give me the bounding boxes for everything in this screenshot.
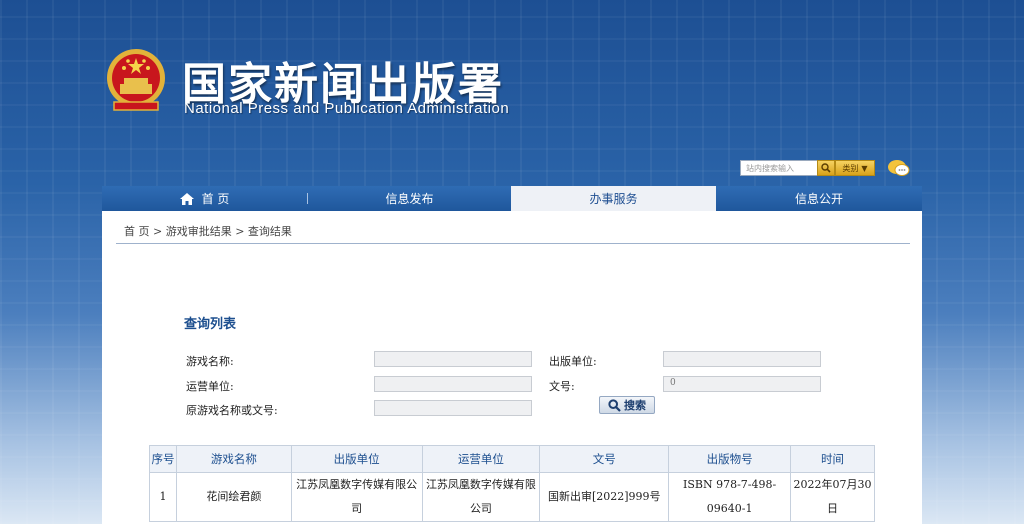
nav-item-label: 信息发布 <box>385 192 434 206</box>
search-button-label: 搜索 <box>624 399 646 412</box>
nav-item-services[interactable]: 办事服务 <box>511 186 716 211</box>
nav-item-info-disclosure[interactable]: 信息公开 <box>716 186 922 211</box>
orig-name-label: 原游戏名称或文号: <box>186 404 278 417</box>
cell-name[interactable]: 花间绘君颜 <box>175 472 292 522</box>
cell-operator: 江苏凤凰数字传媒有限公司 <box>421 472 541 522</box>
main-nav: 首 页 信息发布 办事服务 信息公开 <box>102 186 922 211</box>
col-header-operator: 运营单位 <box>421 445 541 473</box>
operator-input[interactable] <box>374 376 532 392</box>
site-title-en: National Press and Publication Administr… <box>184 100 510 117</box>
col-header-index: 序号 <box>149 445 177 473</box>
nav-item-label: 首 页 <box>201 192 230 206</box>
national-emblem-icon <box>107 49 165 111</box>
doc-no-label: 文号: <box>549 380 575 393</box>
category-label: 类别 <box>842 163 859 173</box>
cell-isbn: ISBN 978-7-498-09640-1 <box>668 472 792 522</box>
search-icon <box>608 398 621 412</box>
breadcrumb-divider <box>116 243 910 244</box>
operator-label: 运营单位: <box>186 380 234 393</box>
category-select[interactable]: 类别 ▼ <box>835 160 875 176</box>
nav-item-label: 办事服务 <box>589 192 638 206</box>
site-search-input[interactable]: 站内搜索输入 <box>740 160 818 176</box>
nav-item-label: 信息公开 <box>794 192 843 206</box>
content-panel: 首 页 > 游戏审批结果 > 查询结果 查询列表 游戏名称: 出版单位: 运营单… <box>102 211 922 524</box>
col-header-name: 游戏名称 <box>175 445 292 473</box>
table-header-row: 序号 游戏名称 出版单位 运营单位 文号 出版物号 时间 <box>149 445 875 473</box>
table-row: 1 花间绘君颜 江苏凤凰数字传媒有限公司 江苏凤凰数字传媒有限公司 国新出审[2… <box>149 472 875 522</box>
site-search-button[interactable] <box>817 160 835 176</box>
nav-item-info-release[interactable]: 信息发布 <box>308 186 511 211</box>
col-header-isbn: 出版物号 <box>668 445 792 473</box>
breadcrumb: 首 页 > 游戏审批结果 > 查询结果 <box>124 225 292 238</box>
search-icon <box>821 163 831 173</box>
cell-index: 1 <box>149 472 177 522</box>
orig-name-input[interactable] <box>374 400 532 416</box>
col-header-date: 时间 <box>790 445 875 473</box>
col-header-doc-no: 文号 <box>539 445 670 473</box>
game-name-label: 游戏名称: <box>186 355 234 368</box>
chat-icon[interactable] <box>887 158 911 178</box>
publisher-label: 出版单位: <box>549 355 597 368</box>
home-icon <box>179 192 194 205</box>
section-title: 查询列表 <box>184 317 237 332</box>
doc-no-input[interactable]: 0 <box>663 376 821 392</box>
cell-publisher: 江苏凤凰数字传媒有限公司 <box>290 472 423 522</box>
search-button[interactable]: 搜索 <box>599 396 655 414</box>
nav-item-home[interactable]: 首 页 <box>102 186 307 211</box>
publisher-input[interactable] <box>663 351 821 367</box>
cell-doc-no: 国新出审[2022]999号 <box>539 472 670 522</box>
results-table: 序号 游戏名称 出版单位 运营单位 文号 出版物号 时间 1 花间绘君颜 江苏凤… <box>149 445 875 522</box>
cell-date: 2022年07月30日 <box>790 472 875 522</box>
col-header-publisher: 出版单位 <box>290 445 423 473</box>
game-name-input[interactable] <box>374 351 532 367</box>
site-header: 国家新闻出版署 National Press and Publication A… <box>0 0 1024 186</box>
chevron-down-icon: ▼ <box>861 163 868 173</box>
